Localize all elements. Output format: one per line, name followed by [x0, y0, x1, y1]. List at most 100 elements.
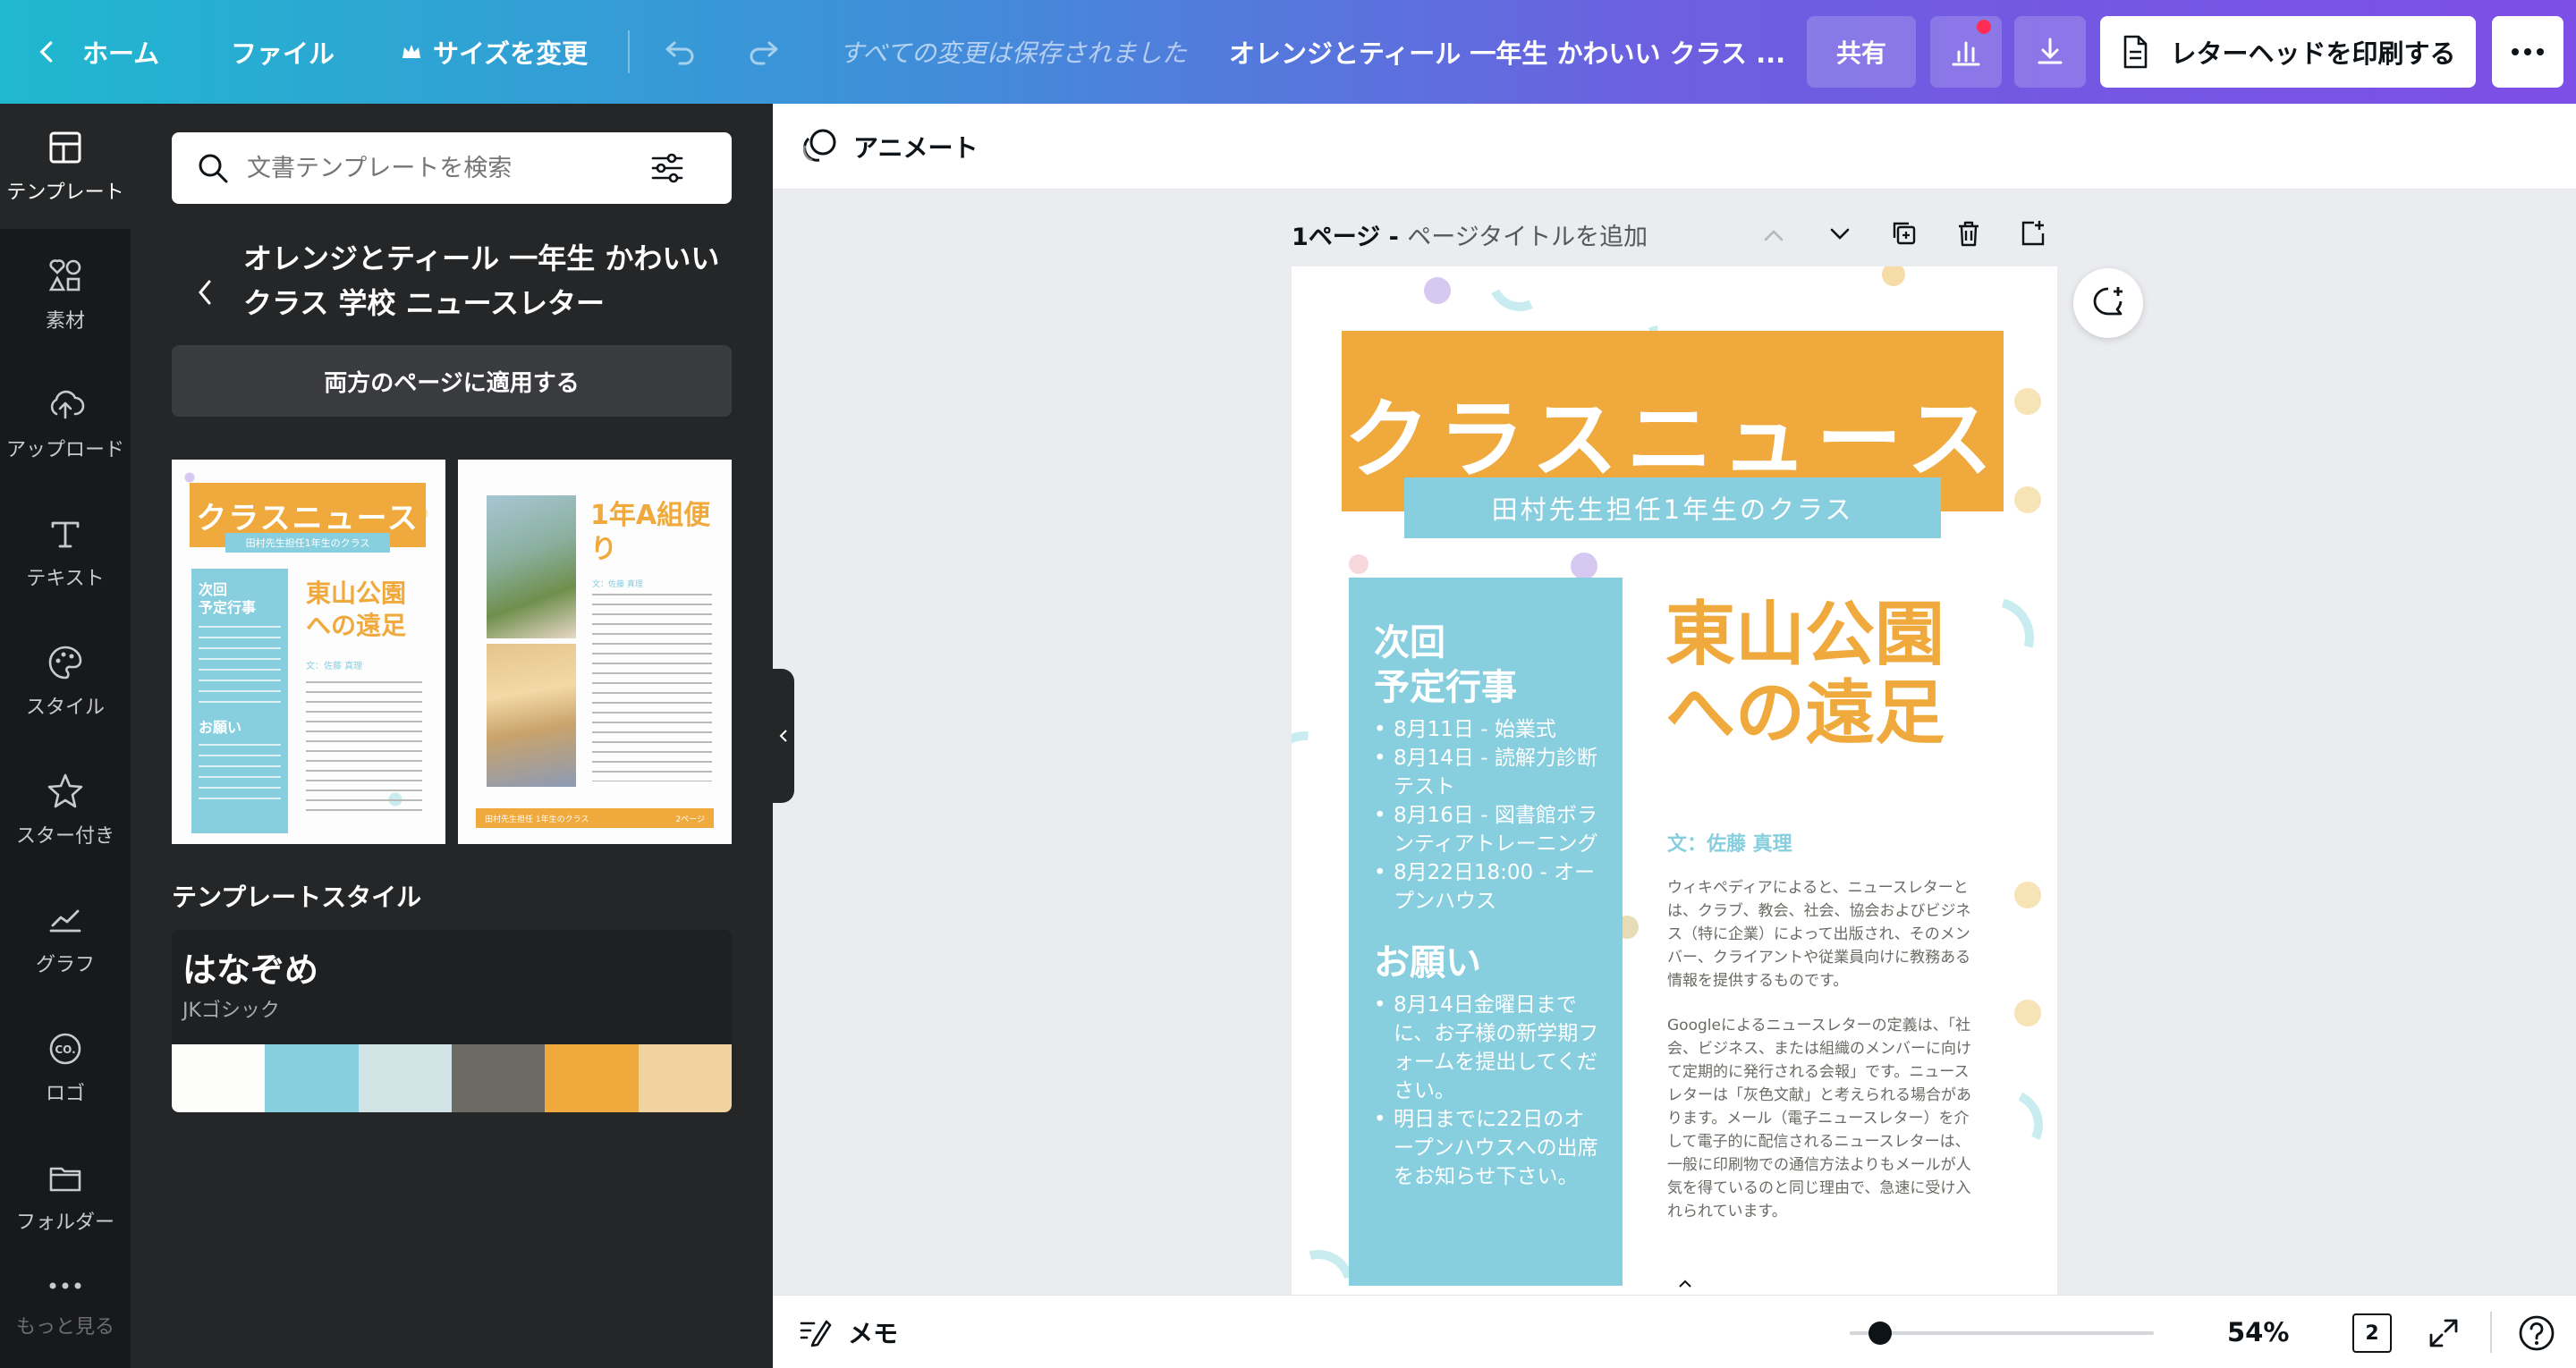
share-button[interactable]: 共有 — [1807, 16, 1916, 88]
page-count-button[interactable]: 2 — [2352, 1313, 2392, 1353]
event-item: 8月14日 - 読解力診断テスト — [1374, 744, 1599, 801]
notes-button[interactable]: メモ — [798, 1296, 898, 1368]
rail-item-more[interactable]: もっと見る — [0, 1262, 131, 1368]
fullscreen-icon[interactable] — [2426, 1315, 2462, 1351]
template-style-card[interactable]: はなぞめ JKゴシック — [172, 930, 732, 1112]
template-page-thumbnail-2[interactable]: 1年A組便り 文：佐藤 真理 田村先生担任 1年生のクラス 2ページ — [458, 460, 732, 844]
thumb-subtitle: 田村先生担任1年生のクラス — [245, 537, 370, 549]
thumb2-footer-left: 田村先生担任 1年生のクラス — [485, 815, 589, 824]
thumb2-byline: 文：佐藤 真理 — [592, 580, 643, 589]
apply-label: 両方のページに適用する — [324, 369, 580, 397]
home-button[interactable]: ホーム — [34, 0, 159, 104]
thumb-photo-1 — [487, 495, 576, 638]
redo-icon — [750, 41, 778, 65]
download-button[interactable] — [2014, 16, 2086, 88]
rail-label: ロゴ — [45, 1083, 85, 1105]
print-label: レターヘッドを印刷する — [2170, 38, 2456, 69]
chevron-up-icon[interactable] — [1760, 222, 1787, 249]
logo-icon: CO. — [49, 1033, 81, 1065]
back-button[interactable] — [193, 261, 229, 324]
rail-item-elements[interactable]: 素材 — [0, 232, 131, 358]
bottombar-divider — [2490, 1312, 2492, 1353]
rail-label: フォルダー — [15, 1212, 114, 1234]
help-icon[interactable] — [2517, 1313, 2556, 1353]
chevron-down-icon[interactable] — [1826, 220, 1853, 247]
thumb-subtitle-banner: 田村先生担任1年生のクラス — [225, 533, 390, 553]
requests-heading: お願い — [1374, 942, 1481, 984]
template-search[interactable] — [172, 132, 732, 204]
newsletter-page[interactable]: クラスニュース 田村先生担任1年生のクラス 次回 予定行事 8月11日 - 始業… — [1292, 266, 2057, 1295]
zoom-slider[interactable] — [1850, 1322, 2154, 1345]
rail-item-uploads[interactable]: アップロード — [0, 361, 131, 486]
animate-label: アニメート — [853, 133, 979, 163]
document-title[interactable]: オレンジとティール 一年生 かわいい クラス ... — [1229, 0, 1785, 104]
add-page-icon[interactable] — [2018, 218, 2048, 249]
thumb-sidebar: 次回 予定行事 お願い — [191, 569, 288, 833]
filter-icon[interactable] — [649, 150, 685, 186]
rail-item-text[interactable]: テキスト — [0, 490, 131, 615]
insights-button[interactable] — [1930, 16, 2002, 88]
resize-button[interactable]: サイズを変更 — [401, 0, 588, 104]
article-paragraph-1[interactable]: ウィキペディアによると、ニュースレターとは、クラブ、教会、社会、協会およびビジネ… — [1667, 876, 1971, 992]
undo-button[interactable] — [660, 0, 699, 104]
page-title-input[interactable]: ページタイトルを追加 — [1407, 217, 1648, 252]
ellipsis-icon — [2512, 48, 2544, 55]
article-byline[interactable]: 文：佐藤 真理 — [1667, 828, 1792, 857]
template-page-thumbnail-1[interactable]: クラスニュース 田村先生担任1年生のクラス 次回 予定行事 お願い 東山公園への… — [172, 460, 445, 844]
add-comment-button[interactable] — [2073, 268, 2143, 338]
more-options-button[interactable] — [2492, 16, 2563, 88]
newsletter-title: クラスニュース — [1343, 390, 2002, 490]
rail-item-styles[interactable]: スタイル — [0, 619, 131, 744]
file-menu-button[interactable]: ファイル — [231, 0, 335, 104]
elements-icon — [48, 259, 81, 291]
bottom-bar: メモ 54% 2 — [773, 1295, 2576, 1368]
decor-dot — [1882, 266, 1905, 286]
rail-label: アップロード — [5, 439, 124, 461]
rail-item-folders[interactable]: フォルダー — [0, 1134, 131, 1259]
thumb-side-heading: 次回 予定行事 — [199, 581, 257, 616]
style-font-name: はなぞめ — [182, 950, 319, 990]
palette-swatch — [358, 1044, 452, 1112]
article-paragraph-2[interactable]: Googleによるニュースレターの定義は、「社会、ビジネス、または組織のメンバー… — [1667, 1014, 1971, 1223]
rail-item-templates[interactable]: テンプレート — [0, 104, 131, 229]
star-icon — [47, 773, 83, 808]
panel-collapse-handle[interactable] — [773, 669, 794, 803]
newsletter-subtitle-banner[interactable]: 田村先生担任1年生のクラス — [1404, 477, 1941, 538]
duplicate-page-icon[interactable] — [1889, 218, 1919, 249]
delete-page-icon[interactable] — [1953, 218, 1984, 249]
rail-item-starred[interactable]: スター付き — [0, 747, 131, 873]
notification-dot — [1977, 20, 1991, 34]
thumb2-footer: 田村先生担任 1年生のクラス 2ページ — [476, 808, 714, 828]
decor-dot — [1349, 554, 1368, 574]
resize-label: サイズを変更 — [433, 38, 589, 69]
page-header: 1ページ - ページタイトルを追加 — [1292, 217, 1648, 252]
notes-icon — [800, 1320, 832, 1347]
comment-add-icon — [2093, 287, 2123, 316]
rail-item-logos[interactable]: CO. ロゴ — [0, 1005, 131, 1130]
thumb-main-heading: 東山公園への遠足 — [306, 578, 407, 640]
animate-button[interactable]: アニメート — [798, 122, 978, 172]
thumb-side-lines-2 — [199, 744, 281, 806]
newsletter-sidebar[interactable]: 次回 予定行事 8月11日 - 始業式 8月14日 - 読解力診断テスト 8月1… — [1349, 578, 1623, 1286]
newsletter-subtitle: 田村先生担任1年生のクラス — [1491, 494, 1854, 525]
event-item: 8月11日 - 始業式 — [1374, 715, 1599, 744]
rail-label: スター付き — [15, 825, 114, 848]
apply-both-pages-button[interactable]: 両方のページに適用する — [172, 345, 732, 417]
canvas-toolbar: アニメート — [773, 104, 2576, 190]
search-input[interactable] — [247, 154, 640, 182]
crown-icon — [402, 45, 420, 58]
folder-icon — [49, 1167, 81, 1192]
thumb-side-heading-2: お願い — [199, 719, 242, 736]
download-icon — [2038, 38, 2063, 64]
rail-item-charts[interactable]: グラフ — [0, 876, 131, 1001]
top-bar: ホーム ファイル サイズを変更 すべての変更は保存されました オレンジとティール… — [0, 0, 2576, 104]
template-icon — [49, 131, 81, 164]
print-letterhead-button[interactable]: レターヘッドを印刷する — [2100, 16, 2476, 88]
article-heading[interactable]: 東山公園への遠足 — [1665, 595, 1970, 753]
svg-text:CO.: CO. — [55, 1043, 75, 1056]
redo-button[interactable] — [744, 0, 784, 104]
zoom-level[interactable]: 54% — [2227, 1317, 2289, 1347]
zoom-slider-thumb[interactable] — [1868, 1322, 1892, 1345]
template-style-heading: テンプレートスタイル — [172, 882, 422, 912]
page-scroll-tab[interactable] — [1626, 1273, 1744, 1295]
